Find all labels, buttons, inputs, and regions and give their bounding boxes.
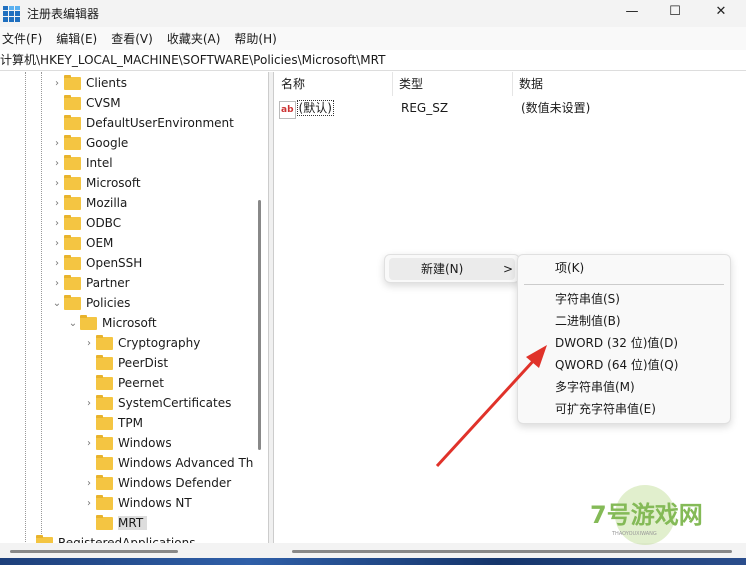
watermark-logo: 7号游戏网 THAOYOUXIWANG bbox=[590, 485, 710, 545]
svg-text:7号游戏网: 7号游戏网 bbox=[590, 501, 703, 529]
annotation-arrow bbox=[435, 345, 547, 468]
svg-text:THAOYOUXIWANG: THAOYOUXIWANG bbox=[611, 531, 657, 537]
